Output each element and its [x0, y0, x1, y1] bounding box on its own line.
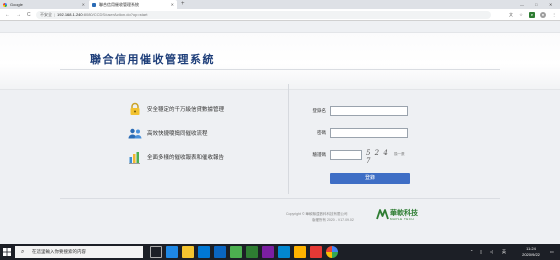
feature-text: 全面多樣的催收報表和催收報告: [147, 155, 225, 161]
tray-arrow-icon[interactable]: ⌃: [470, 244, 473, 260]
app-icon[interactable]: [262, 246, 274, 258]
file-explorer-icon[interactable]: [182, 246, 194, 258]
security-warning: 不安全: [40, 12, 52, 17]
version-text: 版權所有 2020 - V17.09.02: [312, 218, 354, 222]
company-logo-icon: [376, 209, 389, 220]
login-button[interactable]: 登錄: [330, 173, 410, 184]
taskbar-search[interactable]: ⌕ 在這里輸入你要搜索的内容: [15, 246, 143, 258]
store-icon[interactable]: [198, 246, 210, 258]
mail-icon[interactable]: [214, 246, 226, 258]
address-bar[interactable]: 不安全 | 192.168.1.240:8080/CCDS/userAction.d…: [36, 11, 491, 19]
extension-icon[interactable]: e: [529, 12, 535, 18]
page-body: 聯合信用催收管理系統 安全穩定的千万級信貸數據管理 高效快捷嗄搗同催收流程 全面…: [0, 22, 560, 244]
username-input[interactable]: [330, 106, 408, 116]
taskbar: ⌕ 在這里輸入你要搜索的内容 ⌃ ▯ ◁ 英 11:24 2020/9/22 ▭: [0, 244, 560, 260]
app-icon[interactable]: [230, 246, 242, 258]
google-icon: [3, 2, 7, 7]
copyright-text: Copyright © 華軟聯遠數科科技有限公司: [286, 212, 348, 216]
forward-button[interactable]: →: [16, 9, 21, 21]
header-divider: [60, 69, 500, 70]
ime-indicator[interactable]: 英: [502, 244, 506, 260]
section-divider: [288, 84, 289, 194]
translate-icon[interactable]: 文: [508, 12, 514, 18]
close-window-button[interactable]: ✕: [549, 0, 552, 9]
search-icon: ⌕: [21, 249, 25, 255]
password-input[interactable]: [330, 128, 408, 138]
footer-divider: [60, 198, 500, 199]
feature-workflow: 高效快捷嗄搗同催收流程: [128, 126, 288, 140]
browser-toolbar: ← → C 不安全 | 192.168.1.240:8080/CCDS/userAc…: [0, 9, 560, 21]
star-icon[interactable]: ☆: [518, 12, 524, 18]
close-icon[interactable]: ✕: [82, 0, 85, 9]
app-icon[interactable]: [310, 246, 322, 258]
tab-active[interactable]: 聯合信用催收管理系統 ✕: [89, 0, 177, 9]
notification-icon[interactable]: ▭: [550, 244, 554, 260]
maximize-button[interactable]: □: [535, 0, 537, 9]
volume-icon[interactable]: ◁: [490, 244, 493, 260]
clock-date: 2020/9/22: [522, 252, 540, 257]
app-icon[interactable]: [278, 246, 290, 258]
network-icon[interactable]: ▯: [480, 244, 482, 260]
url-path: :8080/CCDS/userAction.do?op=start: [82, 12, 148, 17]
minimize-button[interactable]: —: [520, 0, 524, 9]
feature-reports: 全面多樣的催收報表和催收報告: [128, 150, 288, 164]
windows-start-icon[interactable]: [3, 248, 11, 256]
search-placeholder: 在這里輸入你要搜索的内容: [32, 249, 86, 254]
profile-avatar[interactable]: ●: [540, 12, 546, 18]
url-host: 192.168.1.240: [57, 12, 83, 17]
taskbar-clock[interactable]: 11:24 2020/9/22: [516, 246, 546, 258]
captcha-image[interactable]: 5 2 4 7: [366, 149, 390, 165]
username-label: 登錄名: [312, 108, 327, 113]
tab-title: 聯合信用催收管理系統: [99, 2, 139, 7]
feature-security: 安全穩定的千万級信貸數據管理: [128, 102, 288, 116]
captcha-label: 驗證碼: [312, 152, 327, 157]
feature-text: 安全穩定的千万級信貸數據管理: [147, 107, 225, 113]
password-label: 密碼: [317, 130, 326, 135]
browser-tab-bar: Google ✕ 聯合信用催收管理系統 ✕ + — □ ✕: [0, 0, 560, 9]
page-favicon-icon: [92, 2, 96, 7]
edge-icon[interactable]: [166, 246, 178, 258]
reload-button[interactable]: C: [27, 9, 31, 21]
task-view-icon[interactable]: [150, 246, 162, 258]
feature-text: 高效快捷嗄搗同催收流程: [147, 131, 208, 137]
menu-icon[interactable]: ⋮: [551, 12, 557, 18]
page-title: 聯合信用催收管理系統: [90, 54, 215, 66]
users-icon: [128, 128, 142, 139]
tab-google[interactable]: Google ✕: [0, 0, 88, 9]
company-logo-subtitle: MAPLE TECH: [390, 217, 415, 221]
captcha-refresh-link[interactable]: 換一張: [394, 152, 405, 157]
lock-icon: [130, 102, 140, 115]
header-banner: 聯合信用催收管理系統: [0, 32, 560, 90]
new-tab-button[interactable]: +: [181, 0, 185, 9]
captcha-input[interactable]: [330, 150, 362, 160]
back-button[interactable]: ←: [5, 9, 10, 21]
close-icon[interactable]: ✕: [171, 0, 174, 9]
bar-chart-icon: [129, 152, 140, 164]
excel-icon[interactable]: [246, 246, 258, 258]
tab-title: Google: [10, 2, 23, 7]
chrome-icon[interactable]: [326, 246, 338, 258]
app-icon[interactable]: [294, 246, 306, 258]
